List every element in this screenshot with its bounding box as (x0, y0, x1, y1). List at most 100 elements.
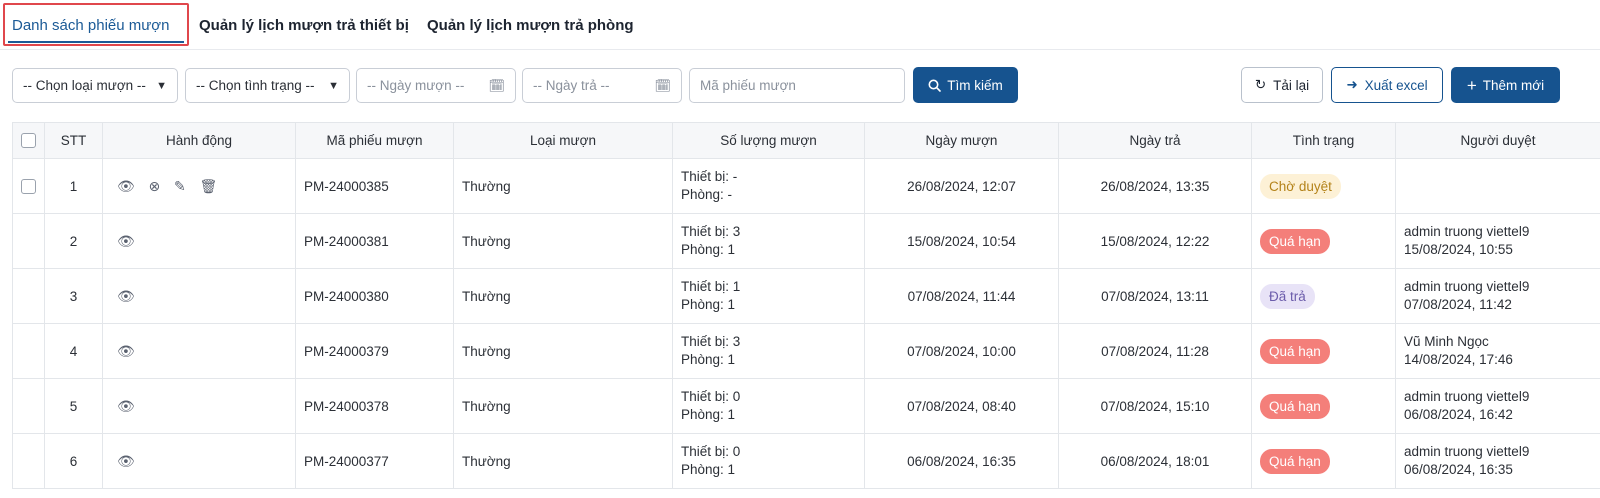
row-status: Quá hạn (1251, 213, 1396, 269)
borrow-date-picker[interactable]: -- Ngày mượn -- 🗓 (356, 68, 516, 103)
row-code: PM-24000381 (295, 213, 454, 269)
row-status: Chờ duyệt (1251, 158, 1396, 214)
export-excel-button[interactable]: ➜ Xuất excel (1331, 67, 1443, 103)
quantity-rooms: Phòng: 1 (681, 407, 736, 422)
header-quantity: Số lượng mượn (672, 122, 865, 159)
chevron-down-icon: ▼ (328, 79, 339, 92)
row-select-cell (12, 323, 45, 379)
row-approver: admin truong viettel9 06/08/2024, 16:42 (1395, 378, 1600, 434)
row-borrow-date: 07/08/2024, 08:40 (864, 378, 1059, 434)
row-actions: 👁 (102, 433, 296, 489)
search-button[interactable]: Tìm kiếm (913, 67, 1018, 103)
row-stt: 5 (44, 378, 103, 434)
table-header-row: STT Hành động Mã phiếu mượn Loại mượn Số… (12, 122, 1600, 159)
row-actions: 👁 (102, 213, 296, 269)
row-borrow-date: 06/08/2024, 16:35 (864, 433, 1059, 489)
approver-name: Vũ Minh Ngọc (1404, 334, 1489, 349)
quantity-devices: Thiết bị: 0 (681, 444, 741, 459)
row-quantity: Thiết bị: - Phòng: - (672, 158, 865, 214)
eye-icon[interactable]: 👁 (117, 288, 135, 305)
table-row[interactable]: 3 👁 PM-24000380 Thường Thiết bị: 1 Phòng:… (12, 268, 1600, 324)
approved-at: 06/08/2024, 16:42 (1404, 407, 1513, 422)
row-stt: 1 (44, 158, 103, 214)
row-code: PM-24000379 (295, 323, 454, 379)
return-date-placeholder: -- Ngày trả -- (533, 78, 610, 93)
row-return-date: 07/08/2024, 11:28 (1058, 323, 1252, 379)
return-date-picker[interactable]: -- Ngày trả -- 🗓 (522, 68, 682, 103)
row-return-date: 07/08/2024, 13:11 (1058, 268, 1252, 324)
eye-icon[interactable]: 👁 (117, 398, 135, 415)
approved-at: 15/08/2024, 10:55 (1404, 242, 1513, 257)
tab-room-schedule[interactable]: Quản lý lịch mượn trả phòng (427, 17, 634, 34)
row-code: PM-24000380 (295, 268, 454, 324)
status-select-value: -- Chọn tình trạng -- (196, 78, 315, 93)
quantity-rooms: Phòng: 1 (681, 242, 736, 257)
row-select-cell (12, 158, 45, 214)
approved-at: 07/08/2024, 11:42 (1404, 297, 1512, 312)
row-actions: 👁 (102, 323, 296, 379)
eye-icon[interactable]: 👁 (117, 233, 135, 250)
quantity-devices: Thiết bị: 0 (681, 389, 741, 404)
row-actions: 👁 (102, 268, 296, 324)
eye-icon[interactable]: 👁 (117, 178, 135, 195)
eye-icon[interactable]: 👁 (117, 343, 135, 360)
quantity-devices: Thiết bị: 1 (681, 279, 741, 294)
cancel-circle-icon[interactable]: ⊗ (149, 178, 161, 195)
row-return-date: 26/08/2024, 13:35 (1058, 158, 1252, 214)
quantity-rooms: Phòng: 1 (681, 297, 736, 312)
reload-button[interactable]: ↻ Tải lại (1241, 67, 1323, 103)
tab-loan-list[interactable]: Danh sách phiếu mượn (12, 17, 169, 34)
tab-device-schedule[interactable]: Quản lý lịch mượn trả thiết bị (199, 17, 409, 34)
select-all-cell (12, 122, 45, 159)
row-approver: admin truong viettel9 15/08/2024, 10:55 (1395, 213, 1600, 269)
table-row[interactable]: 1 👁 ⊗ ✎ 🗑 PM-24000385 Thường Thiết bị: -… (12, 158, 1600, 214)
status-badge: Quá hạn (1260, 228, 1330, 254)
status-badge: Chờ duyệt (1260, 173, 1341, 199)
row-select-cell (12, 433, 45, 489)
row-quantity: Thiết bị: 0 Phòng: 1 (672, 378, 865, 434)
table-row[interactable]: 6 👁 PM-24000377 Thường Thiết bị: 0 Phòng:… (12, 433, 1600, 489)
export-icon: ➜ (1346, 77, 1358, 92)
trash-icon[interactable]: 🗑 (200, 178, 218, 195)
row-quantity: Thiết bị: 1 Phòng: 1 (672, 268, 865, 324)
row-checkbox[interactable] (21, 178, 36, 194)
loan-table: STT Hành động Mã phiếu mượn Loại mượn Số… (12, 122, 1600, 489)
row-code: PM-24000377 (295, 433, 454, 489)
reload-button-label: Tải lại (1273, 77, 1310, 93)
row-select-cell (12, 213, 45, 269)
header-code: Mã phiếu mượn (295, 122, 454, 159)
row-status: Quá hạn (1251, 433, 1396, 489)
calendar-icon: 🗓 (488, 77, 505, 93)
quantity-rooms: Phòng: 1 (681, 352, 736, 367)
tab-bar: Danh sách phiếu mượn Quản lý lịch mượn t… (0, 0, 1600, 50)
status-select[interactable]: -- Chọn tình trạng -- ▼ (185, 68, 350, 103)
loan-type-select[interactable]: -- Chọn loại mượn -- ▼ (12, 68, 178, 103)
add-new-button[interactable]: + Thêm mới (1451, 67, 1560, 103)
loan-code-input[interactable]: Mã phiếu mượn (689, 68, 905, 103)
loan-type-select-value: -- Chọn loại mượn -- (23, 78, 146, 93)
table-row[interactable]: 5 👁 PM-24000378 Thường Thiết bị: 0 Phòng:… (12, 378, 1600, 434)
eye-icon[interactable]: 👁 (117, 453, 135, 470)
chevron-down-icon: ▼ (156, 79, 167, 92)
select-all-checkbox[interactable] (21, 133, 36, 149)
approver-name: admin truong viettel9 (1404, 279, 1530, 294)
add-new-label: Thêm mới (1482, 77, 1545, 93)
table-row[interactable]: 4 👁 PM-24000379 Thường Thiết bị: 3 Phòng:… (12, 323, 1600, 379)
status-badge: Quá hạn (1260, 393, 1330, 419)
row-actions: 👁 ⊗ ✎ 🗑 (102, 158, 296, 214)
header-approver: Người duyệt (1395, 122, 1600, 159)
refresh-icon: ↻ (1254, 77, 1267, 92)
header-status: Tình trạng (1251, 122, 1396, 159)
header-borrow-date: Ngày mượn (864, 122, 1059, 159)
search-icon (928, 79, 942, 92)
row-quantity: Thiết bị: 3 Phòng: 1 (672, 213, 865, 269)
table-row[interactable]: 2 👁 PM-24000381 Thường Thiết bị: 3 Phòng:… (12, 213, 1600, 269)
row-type: Thường (453, 213, 673, 269)
edit-pencil-icon[interactable]: ✎ (174, 178, 186, 195)
row-status: Quá hạn (1251, 323, 1396, 379)
approver-name: admin truong viettel9 (1404, 444, 1530, 459)
status-badge: Đã trả (1260, 283, 1315, 309)
header-return-date: Ngày trả (1058, 122, 1252, 159)
row-borrow-date: 26/08/2024, 12:07 (864, 158, 1059, 214)
quantity-devices: Thiết bị: 3 (681, 224, 741, 239)
